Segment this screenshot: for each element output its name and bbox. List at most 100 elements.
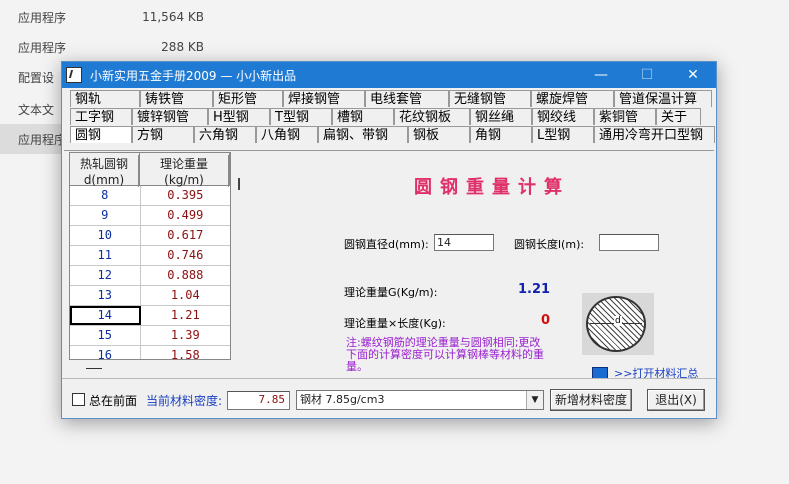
table-row[interactable]: 13 1.04 xyxy=(70,286,230,306)
tab-steel-plate[interactable]: 钢板 xyxy=(408,126,470,143)
cell-weight: 0.395 xyxy=(167,188,204,202)
tab-galvanized-pipe[interactable]: 镀锌钢管 xyxy=(132,108,208,125)
tab-channel[interactable]: 槽钢 xyxy=(332,108,394,125)
table-row[interactable]: 16 1.58 xyxy=(70,346,230,360)
cell-weight: 0.499 xyxy=(167,208,204,222)
header-weight: 理论重量 (kg/m) xyxy=(140,153,230,187)
file-type: 应用程序 xyxy=(18,132,67,147)
calc-title: 圆钢重量计算 xyxy=(414,177,570,198)
round-bar-panel: 热轧圆钢 d(mm) 理论重量 (kg/m) 8 0.395 9 0.499 10 0… xyxy=(64,150,714,380)
weight-length-value: 0 xyxy=(541,313,551,328)
round-bar-section-diagram: d xyxy=(582,293,654,355)
density-input[interactable]: 7.85 xyxy=(227,391,290,410)
tab-copper-pipe[interactable]: 紫铜管 xyxy=(594,108,656,125)
tab-flat-bar[interactable]: 扁钢、带钢 xyxy=(318,126,408,143)
weight-length-label: 理论重量×长度(Kg): xyxy=(344,317,446,330)
tab-row-3: 圆钢 方钢 六角钢 八角钢 扁钢、带钢 钢板 角钢 L型钢 通用冷弯开口型钢 xyxy=(70,126,715,144)
close-button[interactable]: ✕ xyxy=(670,62,716,88)
always-on-top-checkbox[interactable] xyxy=(72,393,85,406)
table-row[interactable]: 12 0.888 xyxy=(70,266,230,286)
cell-diameter: 11 xyxy=(70,246,141,265)
table-row[interactable]: 10 0.617 xyxy=(70,226,230,246)
tab-strand[interactable]: 钢绞线 xyxy=(532,108,594,125)
tab-rect-pipe[interactable]: 矩形管 xyxy=(213,90,283,107)
table-row[interactable]: 8 0.395 xyxy=(70,186,230,206)
header-weight-line2: (kg/m) xyxy=(140,171,229,187)
file-type: 配置设 xyxy=(18,70,55,85)
cell-weight: 1.21 xyxy=(170,308,200,322)
header-diameter-line1: 热轧圆钢 xyxy=(70,155,139,171)
cell-weight: 1.58 xyxy=(170,348,200,360)
cell-diameter: 16 xyxy=(70,346,141,359)
tab-insulation-calc[interactable]: 管道保温计算 xyxy=(614,90,712,107)
cell-diameter: 12 xyxy=(70,266,141,285)
file-type: 应用程序 xyxy=(18,40,67,55)
cell-weight: 0.888 xyxy=(167,268,204,282)
exit-button[interactable]: 退出(X) xyxy=(647,389,705,411)
tab-i-beam[interactable]: 工字钢 xyxy=(70,108,132,125)
round-section-icon: d xyxy=(586,296,646,352)
title-bar[interactable]: 小新实用五金手册2009 — 小小新出品 — ☐ ✕ xyxy=(62,62,716,88)
tab-welded-pipe[interactable]: 焊接钢管 xyxy=(283,90,365,107)
table-row[interactable]: 15 1.39 xyxy=(70,326,230,346)
notepad-app-icon xyxy=(66,67,82,83)
chevron-down-icon[interactable]: ▼ xyxy=(526,391,543,409)
tab-checker-plate[interactable]: 花纹钢板 xyxy=(394,108,470,125)
cell-diameter: 9 xyxy=(70,206,141,225)
tab-square-bar[interactable]: 方钢 xyxy=(132,126,194,143)
tab-cast-iron-pipe[interactable]: 铸铁管 xyxy=(140,90,213,107)
file-size: 11,564 KB xyxy=(142,10,204,24)
file-row[interactable]: 应用程序 288 KB xyxy=(0,32,240,62)
weight-label: 理论重量G(Kg/m): xyxy=(344,286,438,299)
length-label: 圆钢长度l(m): xyxy=(514,238,585,251)
tab-cold-formed[interactable]: 通用冷弯开口型钢 xyxy=(594,126,715,143)
table-header: 热轧圆钢 d(mm) 理论重量 (kg/m) xyxy=(70,153,230,187)
cell-diameter: 14 xyxy=(70,306,141,325)
scroll-indicator xyxy=(86,368,102,369)
table-row[interactable]: 9 0.499 xyxy=(70,206,230,226)
tab-wire-rope[interactable]: 钢丝绳 xyxy=(470,108,532,125)
tab-row-1: 钢轨 铸铁管 矩形管 焊接钢管 电线套管 无缝钢管 螺旋焊管 管道保温计算 xyxy=(70,90,715,108)
diameter-input[interactable]: 14 xyxy=(434,234,494,251)
always-on-top-label: 总在前面 xyxy=(89,394,138,408)
density-label: 当前材料密度: xyxy=(146,394,223,408)
tab-rail[interactable]: 钢轨 xyxy=(70,90,140,107)
tab-about[interactable]: 关于 xyxy=(656,108,701,125)
file-size: 288 KB xyxy=(161,40,204,54)
splitter-handle[interactable] xyxy=(238,178,240,190)
tab-l-section[interactable]: L型钢 xyxy=(532,126,594,143)
tab-seamless-pipe[interactable]: 无缝钢管 xyxy=(449,90,531,107)
tab-octagon-bar[interactable]: 八角钢 xyxy=(256,126,318,143)
cell-diameter: 13 xyxy=(70,286,141,305)
tab-conduit[interactable]: 电线套管 xyxy=(365,90,449,107)
round-bar-table[interactable]: 热轧圆钢 d(mm) 理论重量 (kg/m) 8 0.395 9 0.499 10 0… xyxy=(69,152,231,360)
tab-h-beam[interactable]: H型钢 xyxy=(208,108,270,125)
table-row[interactable]: 11 0.746 xyxy=(70,246,230,266)
hardware-handbook-window: 小新实用五金手册2009 — 小小新出品 — ☐ ✕ 钢轨 铸铁管 矩形管 焊接… xyxy=(61,61,717,419)
maximize-button[interactable]: ☐ xyxy=(624,62,670,88)
diameter-label: 圆钢直径d(mm): xyxy=(344,238,429,251)
tab-spiral-pipe[interactable]: 螺旋焊管 xyxy=(531,90,614,107)
weight-value: 1.21 xyxy=(518,282,551,297)
file-row[interactable]: 应用程序 11,564 KB xyxy=(0,2,240,32)
cell-diameter: 15 xyxy=(70,326,141,345)
header-diameter: 热轧圆钢 d(mm) xyxy=(70,153,140,187)
tab-angle[interactable]: 角钢 xyxy=(470,126,532,143)
minimize-button[interactable]: — xyxy=(578,62,624,88)
cell-diameter: 8 xyxy=(70,186,141,205)
table-row-selected[interactable]: 14 1.21 xyxy=(70,306,230,326)
header-diameter-line2: d(mm) xyxy=(70,171,139,187)
diameter-symbol: d xyxy=(614,316,622,326)
add-density-button[interactable]: 新增材料密度 xyxy=(550,389,632,411)
cell-weight: 1.39 xyxy=(170,328,200,342)
file-type: 应用程序 xyxy=(18,10,67,25)
length-input[interactable] xyxy=(599,234,659,251)
tab-t-beam[interactable]: T型钢 xyxy=(270,108,332,125)
material-select[interactable]: 钢材 7.85g/cm3 ▼ xyxy=(296,390,544,410)
tab-round-bar[interactable]: 圆钢 xyxy=(70,126,132,143)
window-title: 小新实用五金手册2009 — 小小新出品 xyxy=(90,68,297,83)
cell-weight: 1.04 xyxy=(170,288,200,302)
tab-hex-bar[interactable]: 六角钢 xyxy=(194,126,256,143)
cell-weight: 0.746 xyxy=(167,248,204,262)
bottom-bar: 总在前面 当前材料密度: 7.85 钢材 7.85g/cm3 ▼ 新增材料密度 … xyxy=(62,378,716,417)
